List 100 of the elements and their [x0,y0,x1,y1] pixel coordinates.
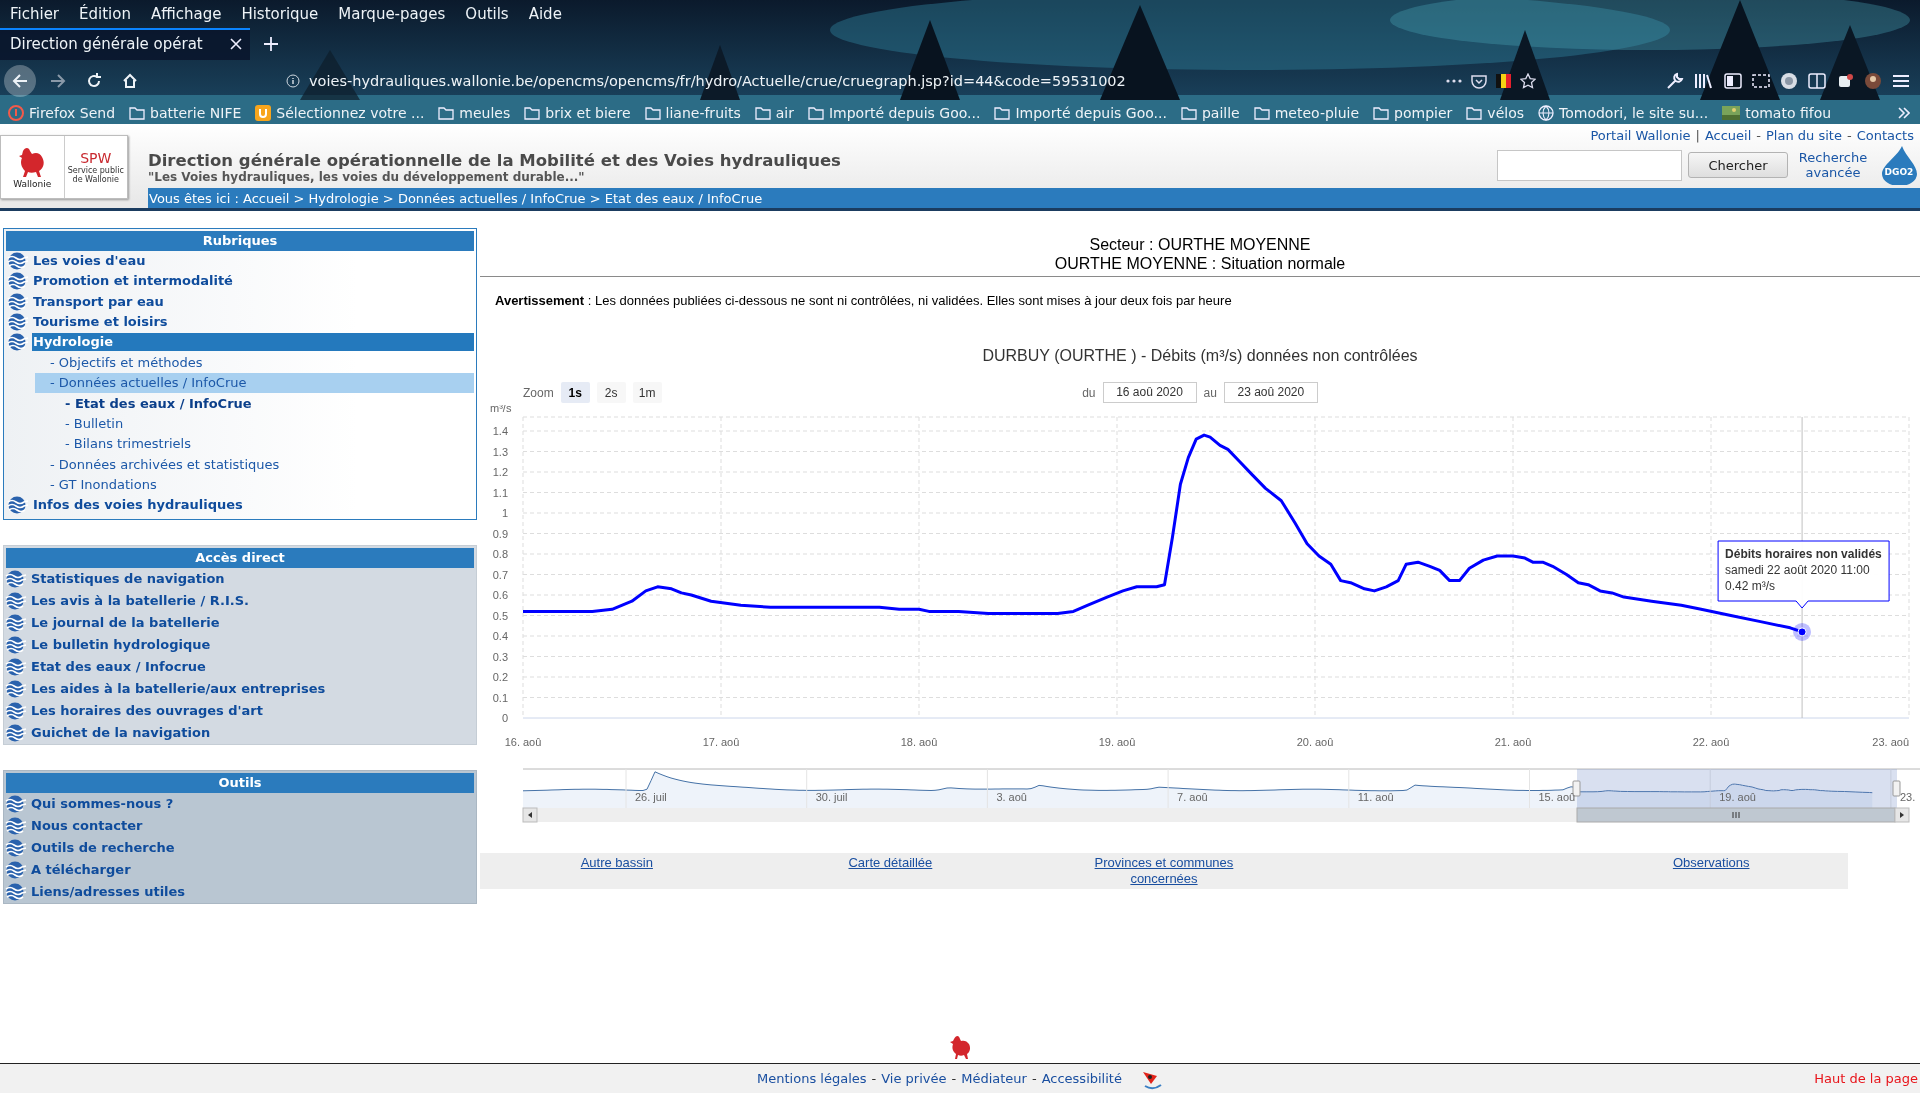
nav-link[interactable]: Les avis à la batellerie / R.I.S. [30,591,476,610]
chevron-icon[interactable] [1898,107,1910,119]
header-link[interactable]: Plan du site [1766,127,1842,143]
nav-subitem[interactable]: - Etat des eaux / InfoCrue [35,393,474,414]
navigator-label: 7. aoû [1177,791,1208,803]
panel-icon[interactable] [1808,73,1826,89]
menu-item[interactable]: Édition [69,5,141,23]
nav-link[interactable]: Les voies d'eau [32,252,476,271]
bookmark[interactable]: batterie NIFE [129,105,242,121]
nav-link[interactable]: Outils de recherche [30,838,476,857]
menu-item[interactable]: Marque-pages [328,5,456,23]
bookmark[interactable]: Tomodori, le site su... [1538,105,1709,121]
plus-icon[interactable] [264,37,278,51]
header-link[interactable]: Accueil [1704,127,1752,143]
site-logo[interactable]: Wallonie SPW Service public de Wallonie [0,135,128,199]
nav-link[interactable]: Guichet de la navigation [30,723,476,742]
nav-link[interactable]: Le journal de la batellerie [30,613,476,632]
bookmark[interactable]: meteo-pluie [1253,105,1360,121]
search-button[interactable]: Chercher [1688,152,1788,178]
header-link[interactable]: Portail Wallonie [1590,127,1691,143]
footer-link[interactable]: Vie privée [881,1071,947,1086]
wrench-icon[interactable] [1666,72,1684,90]
nav-link[interactable]: Infos des voies hydrauliques [32,495,476,514]
bookmark[interactable]: liane-fruits [644,105,741,121]
sidebar-icon[interactable] [1724,73,1742,89]
advanced-search-link[interactable]: Recherche avancée [1794,150,1872,180]
footer-link[interactable]: Médiateur [961,1071,1027,1086]
date-field[interactable]: 23 aoû 2020 [1223,382,1318,403]
nav-link[interactable]: Etat des eaux / Infocrue [30,657,476,676]
belgian-flag-icon[interactable] [1496,74,1511,88]
bookmark[interactable]: meules [438,105,511,121]
date-field[interactable]: 16 aoû 2020 [1102,382,1197,403]
pocket-icon[interactable] [1471,73,1487,89]
nav-link[interactable]: Les aides à la batellerie/aux entreprises [30,679,476,698]
header-link[interactable]: Contacts [1856,127,1914,143]
bookmark[interactable]: Firefox Send [8,105,116,121]
bookmark[interactable]: Importé depuis Goo... [807,105,981,121]
nav-link[interactable]: A télécharger [30,860,476,879]
nav-link[interactable]: Hydrologie [32,333,474,352]
scrollbar-thumb[interactable] [1576,807,1896,823]
bookmark[interactable]: tomato fifou [1722,105,1832,121]
nav-subitem[interactable]: - Objectifs et méthodes [35,352,474,373]
puzzle-icon[interactable] [1836,72,1854,90]
nav-subitem[interactable]: - Bulletin [35,413,474,434]
back-button[interactable] [4,65,36,97]
close-icon[interactable] [230,38,242,50]
link-separator: - [1846,127,1852,143]
library-icon[interactable] [1694,72,1714,90]
bookmark[interactable]: brix et biere [524,105,631,121]
nav-subitem[interactable]: - GT Inondations [35,474,474,495]
reload-icon [86,73,102,89]
scroll-left-button[interactable] [522,807,538,823]
wave-icon [7,252,29,271]
footer-link[interactable]: Accessibilité [1041,1071,1122,1086]
zoom-button[interactable]: 2s [596,382,626,403]
back-to-top-link[interactable]: Haut de la page [1814,1071,1920,1086]
nav-link[interactable]: Tourisme et loisirs [32,313,476,332]
bookmark[interactable]: air [754,105,794,121]
menu-item[interactable]: Historique [231,5,329,23]
search-field[interactable] [1497,149,1682,181]
menu-item[interactable]: Aide [518,5,572,23]
nav-link[interactable]: Promotion et intermodalité [32,272,476,291]
account-icon[interactable] [1864,72,1882,90]
page-link[interactable]: Provinces et communes concernées [1084,855,1244,887]
screenshot-icon[interactable] [1752,73,1770,89]
bookmark[interactable]: paille [1180,105,1240,121]
nav-link[interactable]: Qui sommes-nous ? [30,794,476,813]
nav-link[interactable]: Le bulletin hydrologique [30,635,476,654]
menu-icon[interactable] [1892,73,1910,89]
circle-extension-icon[interactable] [1780,72,1798,90]
nav-link[interactable]: Transport par eau [32,292,476,311]
nav-link[interactable]: Les horaires des ouvrages d'art [30,701,476,720]
nav-link[interactable]: Statistiques de navigation [30,569,476,588]
zoom-button[interactable]: 1s [560,382,590,403]
nav-subitem[interactable]: - Données archivées et statistiques [35,453,474,475]
page-link[interactable]: Autre bassin [580,855,653,871]
bookmark[interactable]: vélos [1466,105,1524,121]
scroll-right-button[interactable] [1894,807,1910,823]
navigator-label: 23. [1899,791,1916,803]
bookmark[interactable]: Importé depuis Goo... [994,105,1167,121]
page-link[interactable]: Carte détaillée [848,855,933,871]
menu-item[interactable]: Fichier [0,5,70,23]
menu-item[interactable]: Affichage [140,5,232,23]
browser-tab[interactable]: Direction générale opérat [0,28,250,60]
zoom-button[interactable]: 1m [632,382,662,403]
more-icon[interactable] [1446,79,1462,83]
x-axis-label: 16. aoû [504,736,542,748]
page-link[interactable]: Observations [1672,855,1750,871]
menu-item[interactable]: Outils [455,5,519,23]
nav-subitem[interactable]: - Bilans trimestriels [35,433,474,454]
address-bar[interactable]: voies-hydrauliques.wallonie.be/opencms/opencms/fr/hydro/Actuelle/crue/cruegraph.jsp?id=44&code=59531002 [276,65,1536,97]
range-handle[interactable] [1892,780,1901,797]
bookmark[interactable]: Sélectionnez votre ... [255,105,425,121]
bookmark[interactable]: pompier [1373,105,1453,121]
nav-link[interactable]: Nous contacter [30,816,476,835]
wave-icon [7,272,29,291]
footer-link[interactable]: Mentions légales [757,1071,867,1086]
nav-subitem[interactable]: - Données actuelles / InfoCrue [35,372,474,394]
star-icon[interactable] [1520,73,1536,89]
nav-link[interactable]: Liens/adresses utiles [30,882,476,901]
